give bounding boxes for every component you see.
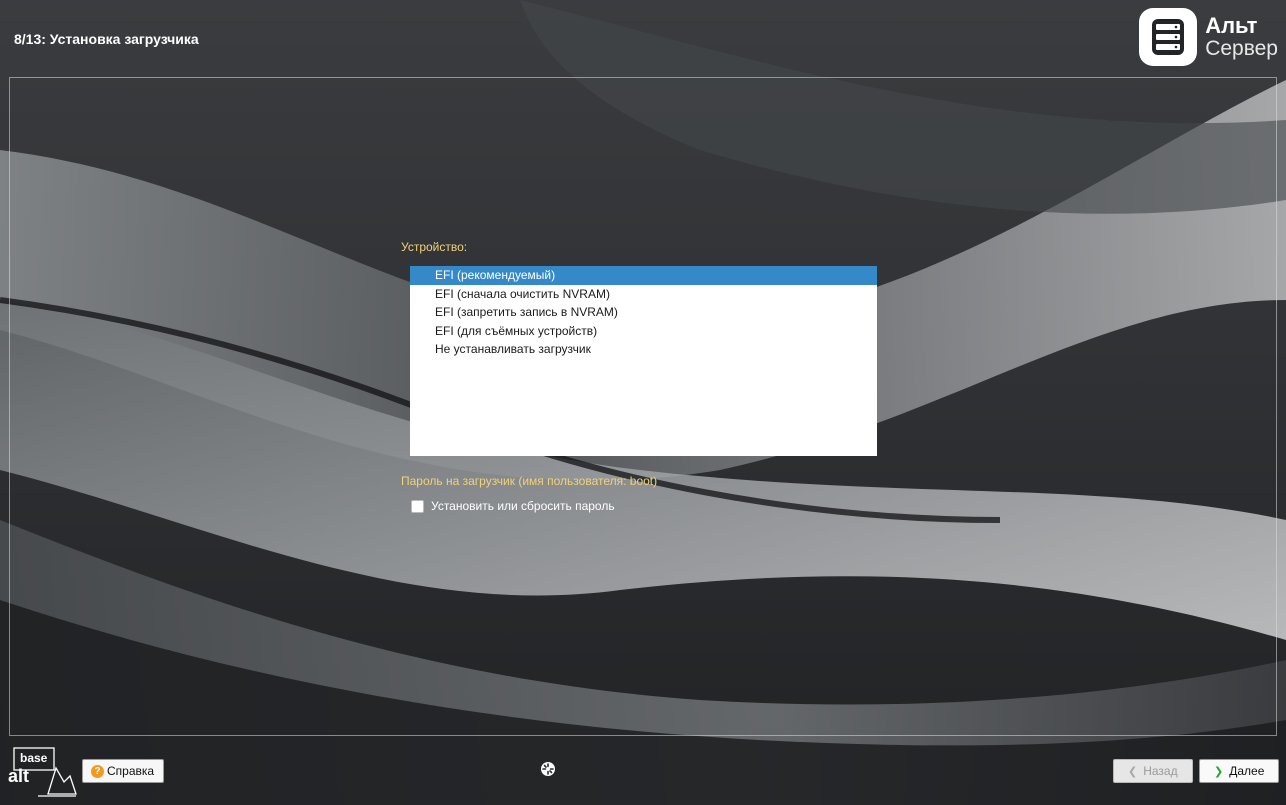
set-password-checkbox[interactable] [411,499,424,513]
device-label: Устройство: [401,240,468,254]
device-option-efi-clear-nvram[interactable]: EFI (сначала очистить NVRAM) [410,285,877,304]
device-option-efi-removable[interactable]: EFI (для съёмных устройств) [410,322,877,341]
chevron-right-icon: ❯ [1214,765,1224,778]
basealt-logo-text-bottom: alt [8,766,29,786]
brand: Альт Сервер [1139,8,1278,66]
brand-name-line1: Альт [1205,13,1258,39]
set-password-checkbox-label[interactable]: Установить или сбросить пароль [431,499,615,513]
device-option-efi-no-nvram-write[interactable]: EFI (запретить запись в NVRAM) [410,303,877,322]
bootloader-password-label: Пароль на загрузчик (имя пользователя: b… [401,474,658,488]
device-option-efi-recommended[interactable]: EFI (рекомендуемый) [410,266,877,285]
back-button[interactable]: ❮ Назад [1113,759,1193,783]
help-button[interactable]: ? Справка [82,759,164,783]
back-button-label: Назад [1143,764,1178,778]
help-icon: ? [91,764,104,778]
help-button-label: Справка [107,764,155,778]
page-title: 8/13: Установка загрузчика [14,31,199,47]
server-stack-icon [1139,8,1198,66]
basealt-logo: base alt [8,746,78,800]
bootloader-device-list[interactable]: EFI (рекомендуемый) EFI (сначала очистит… [410,266,877,456]
basealt-logo-text-top: base [20,751,48,765]
brand-name-line2: Сервер [1205,36,1278,60]
brand-name: Альт Сервер [1205,14,1278,59]
next-button[interactable]: ❯ Далее [1199,759,1279,783]
chevron-left-icon: ❮ [1128,765,1138,778]
device-option-no-bootloader[interactable]: Не устанавливать загрузчик [410,340,877,359]
next-button-label: Далее [1229,764,1265,778]
set-password-row[interactable]: Установить или сбросить пароль [411,499,615,513]
loading-spinner-icon [541,762,555,776]
